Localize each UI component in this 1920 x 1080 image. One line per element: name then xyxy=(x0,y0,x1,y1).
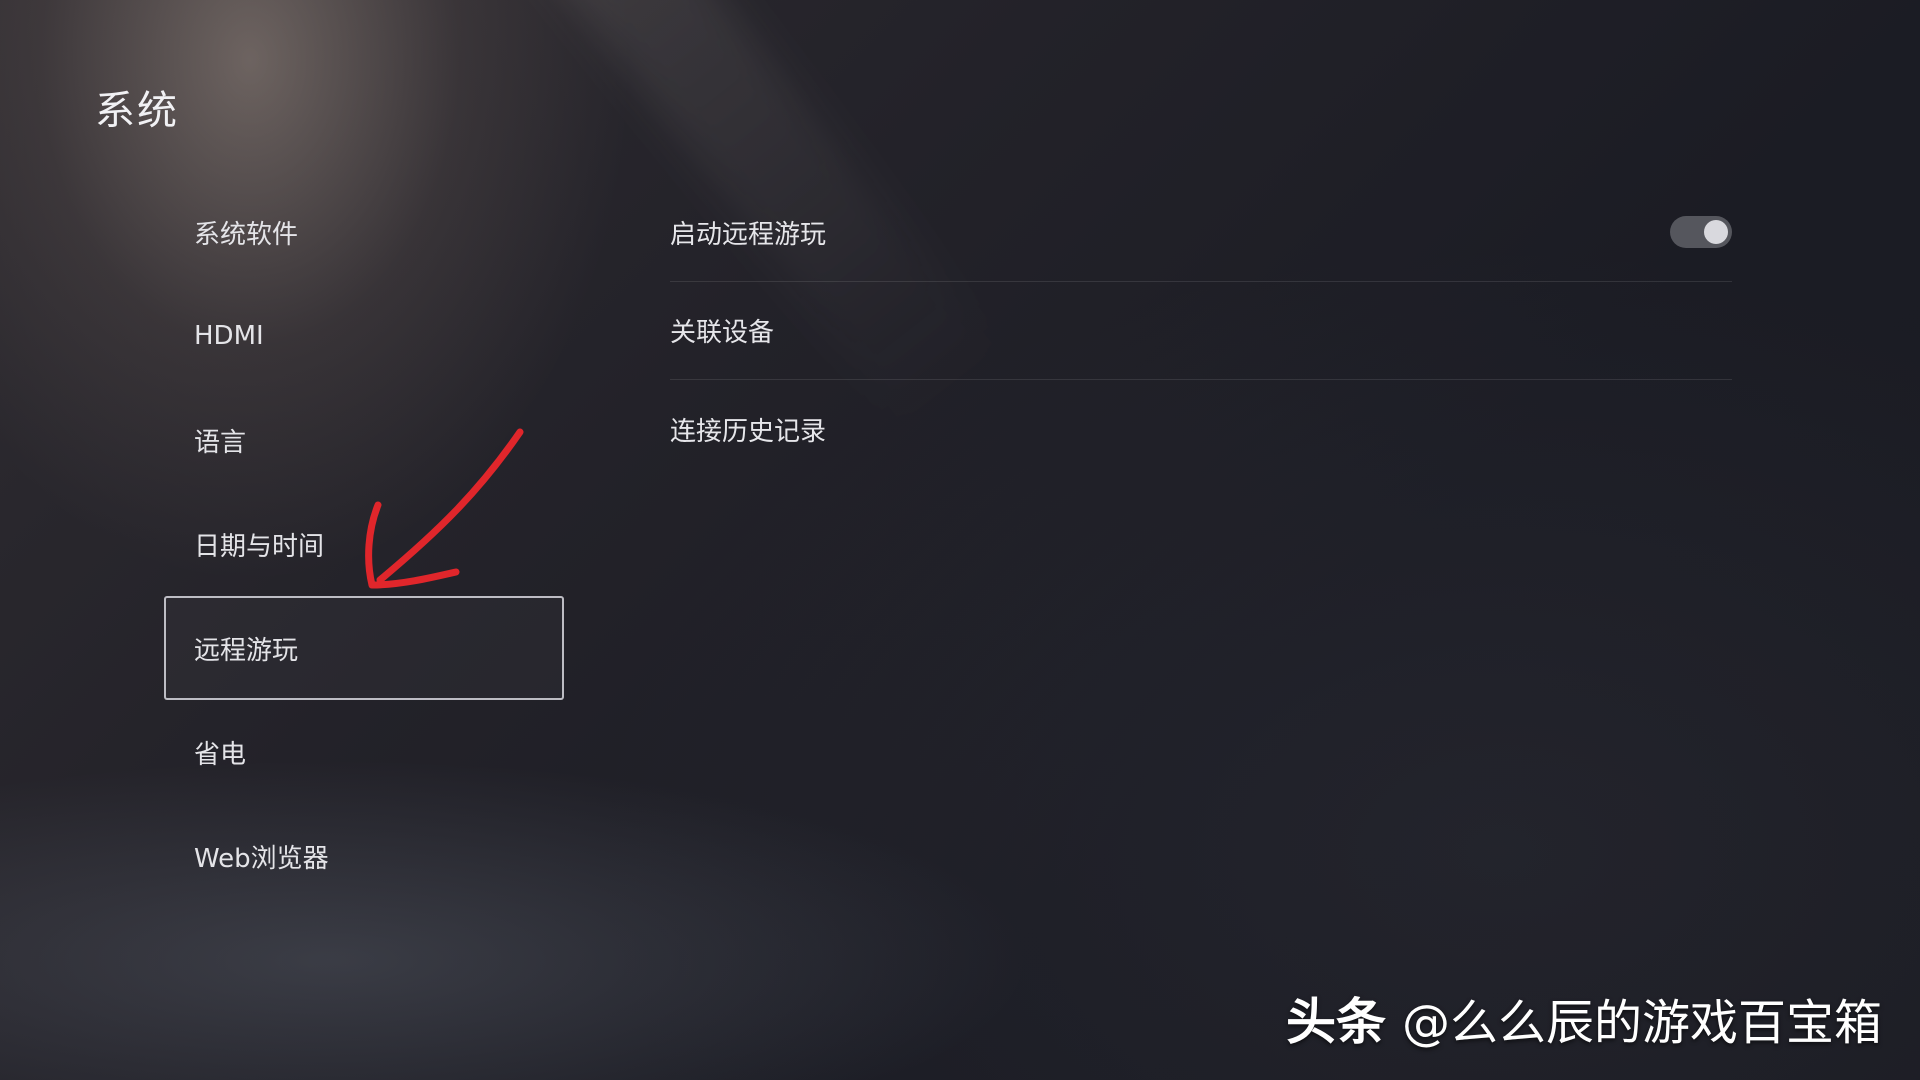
watermark-handle: @么么辰的游戏百宝箱 xyxy=(1401,995,1882,1051)
red-arrow-icon xyxy=(365,428,524,589)
watermark: 头条 @么么辰的游戏百宝箱 xyxy=(1286,982,1882,1054)
watermark-brand: 头条 xyxy=(1285,993,1386,1051)
